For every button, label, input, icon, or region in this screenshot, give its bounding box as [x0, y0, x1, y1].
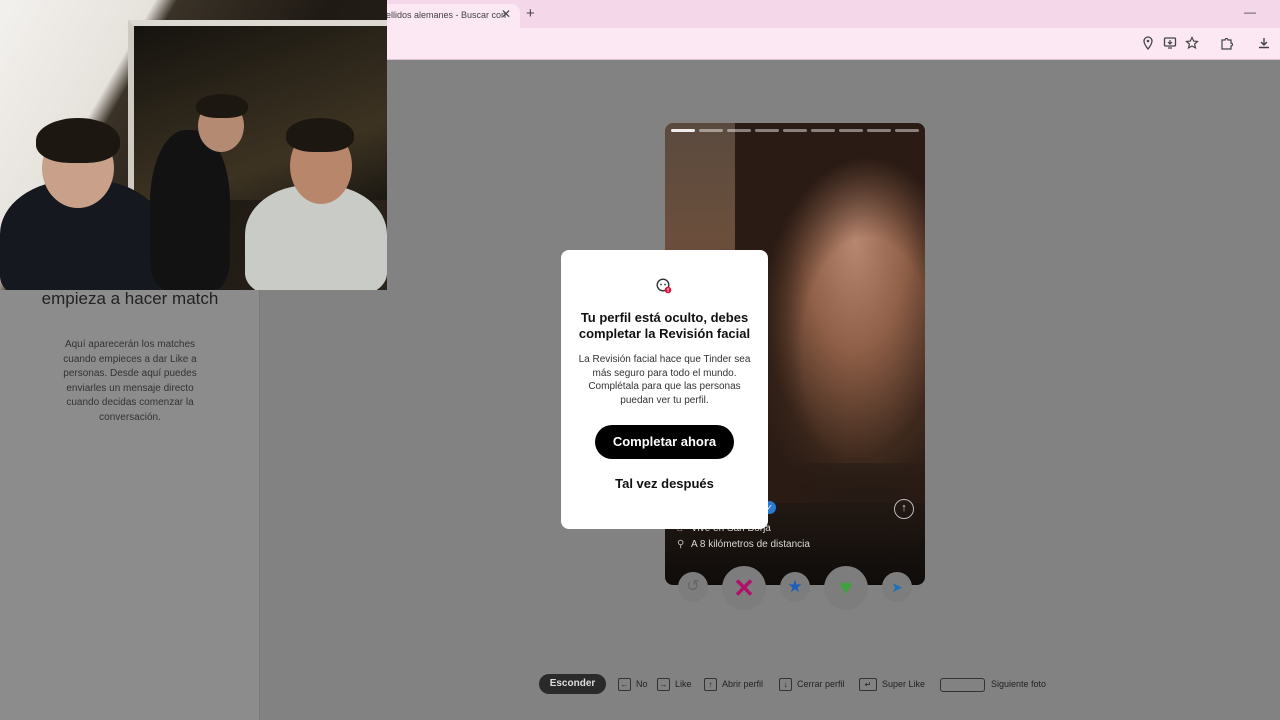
minimize-window-button[interactable]: —	[1244, 5, 1256, 19]
download-icon[interactable]	[1256, 36, 1272, 52]
face-check-modal: Tu perfil está oculto, debes completar l…	[561, 250, 768, 529]
webcam-person-right-hair	[286, 118, 354, 152]
left-arrow-key-icon: ←	[618, 678, 631, 692]
webcam-person-middle-body	[150, 130, 230, 290]
star-icon: ★	[787, 577, 803, 596]
up-arrow-key-icon: ↑	[704, 678, 717, 692]
install-app-icon[interactable]	[1162, 36, 1178, 52]
puzzle-icon[interactable]	[1219, 36, 1235, 52]
photo-progress-bars	[671, 129, 919, 132]
close-tab-icon[interactable]: ✕	[501, 7, 511, 21]
empty-matches-description: Aquí aparecerán los matches cuando empie…	[63, 339, 197, 423]
open-profile-icon[interactable]: ↑	[894, 499, 914, 519]
enter-key-icon: ↵	[859, 678, 877, 692]
paper-plane-icon: ➤	[891, 579, 903, 595]
location-pin-icon: ⚲	[677, 539, 685, 550]
webcam-overlay	[0, 0, 387, 290]
shortcut-next-photo: Siguiente foto	[940, 674, 1046, 694]
browser-tab[interactable]: ellidos alemanes - Buscar con	[380, 4, 520, 28]
like-button[interactable]: ♥	[824, 566, 868, 610]
webcam-person-left-hair	[36, 118, 120, 163]
shortcut-super-like: ↵ Super Like	[859, 674, 925, 694]
swipe-actions: ↺ ✕ ★ ♥ ➤	[672, 566, 920, 612]
space-key-icon	[940, 677, 985, 692]
right-arrow-key-icon: →	[657, 678, 670, 692]
modal-title: Tu perfil está oculto, debes completar l…	[578, 310, 751, 341]
browser-tab-title: ellidos alemanes - Buscar con	[386, 10, 507, 20]
nope-button[interactable]: ✕	[722, 566, 766, 610]
down-arrow-key-icon: ↓	[779, 678, 792, 692]
shortcut-no: ← No	[618, 674, 648, 694]
new-tab-button[interactable]: +	[526, 5, 535, 22]
rewind-button[interactable]: ↺	[678, 572, 708, 602]
shortcut-open-profile: ↑ Abrir perfil	[704, 674, 763, 694]
empty-matches-title: empieza a hacer match	[41, 289, 219, 308]
modal-description: La Revisión facial hace que Tinder sea m…	[578, 354, 751, 407]
heart-icon: ♥	[839, 576, 853, 599]
maybe-later-button[interactable]: Tal vez después	[595, 474, 734, 494]
complete-now-button[interactable]: Completar ahora	[595, 425, 734, 459]
close-icon: ✕	[733, 573, 755, 603]
face-warning-icon	[656, 278, 672, 294]
send-button[interactable]: ➤	[882, 572, 912, 602]
star-icon[interactable]	[1184, 36, 1200, 52]
rewind-icon: ↺	[686, 578, 700, 595]
hide-shortcuts-button[interactable]: Esconder	[539, 674, 606, 694]
super-like-button[interactable]: ★	[780, 572, 810, 602]
location-icon[interactable]	[1140, 36, 1156, 52]
webcam-person-middle-hair	[196, 94, 248, 118]
profile-distance: A 8 kilómetros de distancia	[691, 539, 810, 550]
shortcut-like: → Like	[657, 674, 692, 694]
shortcut-close-profile: ↓ Cerrar perfil	[779, 674, 845, 694]
